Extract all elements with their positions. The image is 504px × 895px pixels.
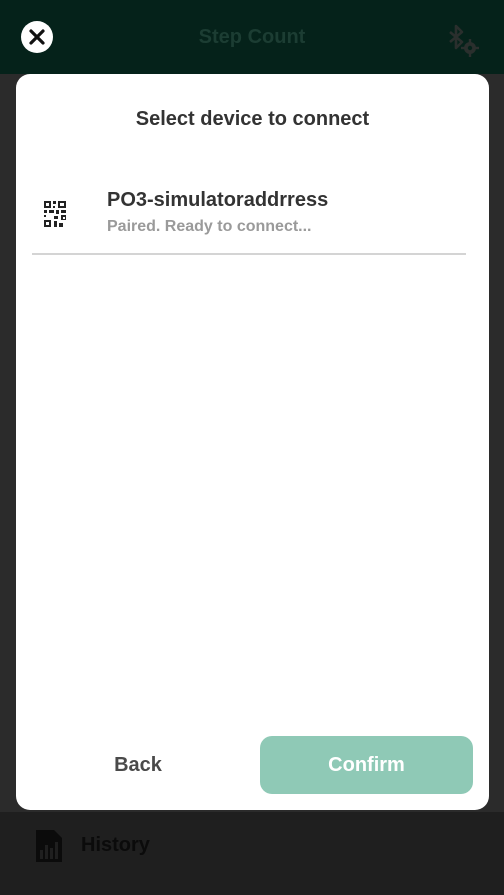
- history-label[interactable]: History: [81, 834, 150, 857]
- page-title: Step Count: [198, 26, 306, 48]
- device-list-item[interactable]: PO3-simulatoraddrress Paired. Ready to c…: [32, 179, 466, 255]
- bar-chart-icon: [36, 830, 62, 862]
- close-icon: [29, 29, 45, 45]
- bluetooth-settings-icon: [449, 24, 479, 57]
- dialog-title: Select device to connect: [135, 108, 370, 130]
- device-select-dialog: Select device to connect PO3-simulatorad…: [16, 74, 489, 810]
- device-status: Paired. Ready to connect...: [107, 218, 312, 235]
- qr-code-icon: [44, 201, 66, 227]
- device-name: PO3-simulatoraddrress: [107, 189, 329, 211]
- close-button[interactable]: [21, 21, 53, 53]
- history-nav-item[interactable]: [36, 830, 62, 862]
- device-icon-container: [44, 197, 68, 229]
- bottom-nav: [0, 812, 504, 895]
- back-button[interactable]: Back: [58, 736, 218, 794]
- bluetooth-settings-button[interactable]: [446, 22, 482, 58]
- confirm-button[interactable]: Confirm: [260, 736, 473, 794]
